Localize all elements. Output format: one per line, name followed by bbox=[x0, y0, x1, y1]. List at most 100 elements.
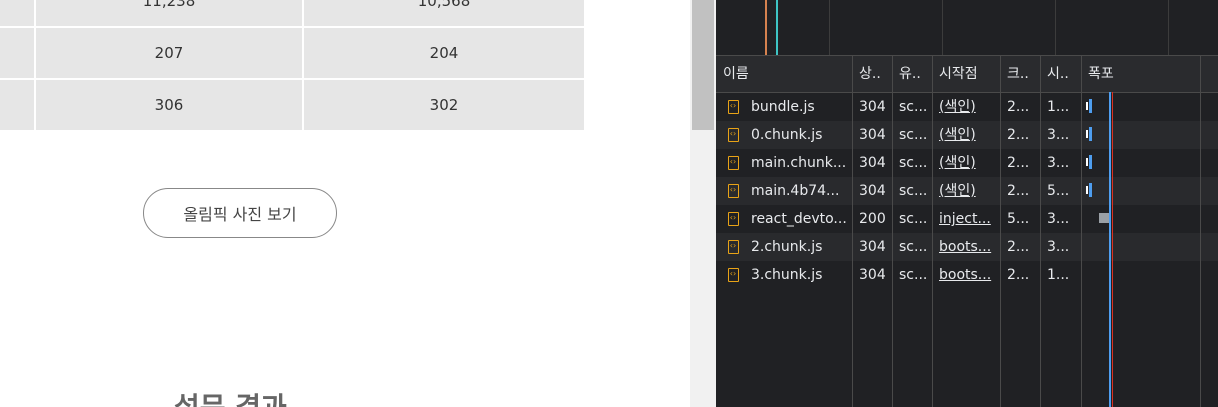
network-request-row[interactable]: 0.chunk.js 304 sc... (색인) 2... 3... bbox=[716, 121, 1218, 149]
waterfall-queue-bar bbox=[1086, 102, 1088, 110]
request-time: 5... bbox=[1047, 183, 1070, 199]
stats-cell-value-b: 204 bbox=[302, 26, 586, 80]
initiator-link[interactable]: (색인) bbox=[939, 155, 976, 171]
request-initiator[interactable]: boots... bbox=[932, 233, 1000, 261]
request-size: 2... bbox=[1007, 99, 1030, 115]
request-time: 3... bbox=[1047, 239, 1070, 255]
request-size: 2... bbox=[1007, 239, 1030, 255]
request-initiator[interactable]: (색인) bbox=[932, 93, 1000, 121]
waterfall-bar bbox=[1089, 127, 1092, 141]
stats-cell-value-a: 306 bbox=[34, 78, 304, 132]
request-status: 304 bbox=[859, 239, 886, 255]
request-initiator[interactable]: (색인) bbox=[932, 149, 1000, 177]
request-initiator[interactable]: (색인) bbox=[932, 177, 1000, 205]
request-name: main.chunk... bbox=[751, 155, 847, 171]
initiator-link[interactable]: (색인) bbox=[939, 99, 976, 115]
stats-cell-label bbox=[0, 78, 36, 132]
request-time: 3... bbox=[1047, 211, 1070, 227]
waterfall-domcontentloaded-line bbox=[1109, 92, 1111, 407]
overview-dom-marker bbox=[765, 0, 767, 55]
request-name: 0.chunk.js bbox=[751, 127, 823, 143]
script-file-icon bbox=[728, 127, 739, 142]
request-status: 200 bbox=[859, 211, 886, 227]
network-request-row[interactable]: 3.chunk.js 304 sc... boots... 2... 1... bbox=[716, 261, 1218, 289]
stats-table-row: 207 204 bbox=[0, 26, 586, 80]
column-header-name[interactable]: 이름 bbox=[716, 56, 852, 92]
request-name: react_devto... bbox=[751, 211, 847, 227]
column-header-status[interactable]: 상.. bbox=[852, 56, 892, 92]
survey-results-heading: 설문 결과 bbox=[174, 386, 287, 407]
request-type: sc... bbox=[899, 127, 928, 143]
script-file-icon bbox=[728, 267, 739, 282]
request-initiator[interactable]: inject... bbox=[932, 205, 1000, 233]
column-header-initiator[interactable]: 시작점 bbox=[932, 56, 1000, 92]
request-name: main.4b74... bbox=[751, 183, 840, 199]
initiator-link[interactable]: boots... bbox=[939, 239, 991, 255]
column-header-type[interactable]: 유.. bbox=[892, 56, 932, 92]
waterfall-bar bbox=[1099, 213, 1109, 223]
devtools-network-panel: 이름상..유..시작점크..시..폭포 bundle.js 304 sc... (색인… bbox=[716, 0, 1218, 407]
request-status: 304 bbox=[859, 99, 886, 115]
network-request-row[interactable]: main.chunk... 304 sc... (색인) 2... 3... bbox=[716, 149, 1218, 177]
web-page: 11,23810,568207204306302 올림픽 사진 보기 설문 결과 bbox=[0, 0, 690, 407]
waterfall-queue-bar bbox=[1086, 130, 1088, 138]
script-file-icon bbox=[728, 239, 739, 254]
network-request-table: 이름상..유..시작점크..시..폭포 bundle.js 304 sc... (색인… bbox=[716, 56, 1218, 407]
stats-cell-value-a: 207 bbox=[34, 26, 304, 80]
request-type: sc... bbox=[899, 183, 928, 199]
network-request-row[interactable]: bundle.js 304 sc... (색인) 2... 1... bbox=[716, 93, 1218, 121]
script-file-icon bbox=[728, 183, 739, 198]
request-initiator[interactable]: boots... bbox=[932, 261, 1000, 289]
request-type: sc... bbox=[899, 211, 928, 227]
overview-load-marker bbox=[776, 0, 778, 55]
column-header-size[interactable]: 크.. bbox=[1000, 56, 1040, 92]
request-name: bundle.js bbox=[751, 99, 815, 115]
initiator-link[interactable]: inject... bbox=[939, 211, 991, 227]
waterfall-bar bbox=[1089, 183, 1092, 197]
column-header-waterfall[interactable]: 폭포 bbox=[1081, 56, 1218, 92]
stats-cell-value-b: 10,568 bbox=[302, 0, 586, 28]
network-request-row[interactable]: main.4b74... 304 sc... (색인) 2... 5... bbox=[716, 177, 1218, 205]
page-scrollbar-thumb[interactable] bbox=[692, 0, 714, 130]
network-request-row[interactable]: 2.chunk.js 304 sc... boots... 2... 3... bbox=[716, 233, 1218, 261]
waterfall-bar bbox=[1089, 99, 1092, 113]
request-type: sc... bbox=[899, 99, 928, 115]
request-type: sc... bbox=[899, 267, 928, 283]
request-size: 5... bbox=[1007, 211, 1030, 227]
request-size: 2... bbox=[1007, 127, 1030, 143]
network-request-row[interactable]: react_devto... 200 sc... inject... 5... 3... bbox=[716, 205, 1218, 233]
request-status: 304 bbox=[859, 155, 886, 171]
initiator-link[interactable]: boots... bbox=[939, 267, 991, 283]
request-name: 3.chunk.js bbox=[751, 267, 823, 283]
request-time: 3... bbox=[1047, 155, 1070, 171]
request-time: 1... bbox=[1047, 267, 1070, 283]
waterfall-queue-bar bbox=[1086, 186, 1088, 194]
script-file-icon bbox=[728, 99, 739, 114]
request-type: sc... bbox=[899, 155, 928, 171]
script-file-icon bbox=[728, 155, 739, 170]
waterfall-bar bbox=[1089, 155, 1092, 169]
stats-table-row: 11,238 10,568 bbox=[0, 0, 586, 28]
network-overview-timeline[interactable] bbox=[716, 0, 1218, 55]
request-time: 3... bbox=[1047, 127, 1070, 143]
request-status: 304 bbox=[859, 127, 886, 143]
request-size: 2... bbox=[1007, 155, 1030, 171]
stats-table-row: 306 302 bbox=[0, 78, 586, 132]
stats-cell-label bbox=[0, 26, 36, 80]
request-type: sc... bbox=[899, 239, 928, 255]
request-status: 304 bbox=[859, 183, 886, 199]
request-name: 2.chunk.js bbox=[751, 239, 823, 255]
waterfall-queue-bar bbox=[1086, 158, 1088, 166]
waterfall-load-line bbox=[1112, 92, 1113, 407]
script-file-icon bbox=[728, 211, 739, 226]
stats-cell-value-b: 302 bbox=[302, 78, 586, 132]
initiator-link[interactable]: (색인) bbox=[939, 127, 976, 143]
request-initiator[interactable]: (색인) bbox=[932, 121, 1000, 149]
column-header-time[interactable]: 시.. bbox=[1040, 56, 1081, 92]
page-scrollbar[interactable] bbox=[690, 0, 716, 407]
view-olympic-photos-button[interactable]: 올림픽 사진 보기 bbox=[143, 188, 337, 238]
initiator-link[interactable]: (색인) bbox=[939, 183, 976, 199]
request-size: 2... bbox=[1007, 183, 1030, 199]
request-time: 1... bbox=[1047, 99, 1070, 115]
network-table-header: 이름 상.. 유.. 시작점 크.. 시.. 폭포 bbox=[716, 56, 1218, 93]
